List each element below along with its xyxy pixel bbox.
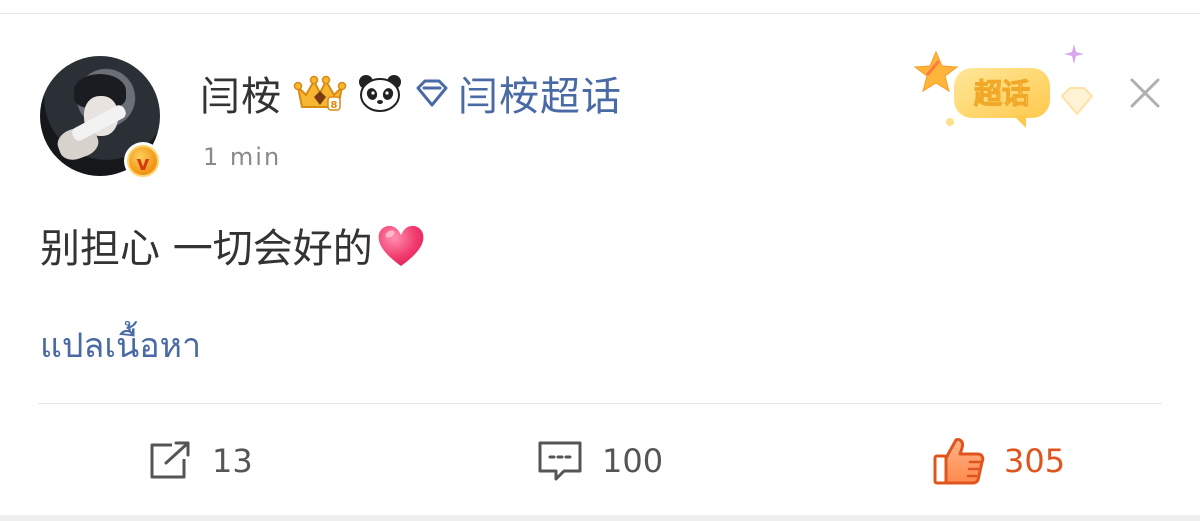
supertopic-badge[interactable]: 超话 <box>913 40 1104 140</box>
top-divider <box>0 0 1200 14</box>
comment-button[interactable]: 100 <box>536 434 663 488</box>
timestamp: 1 min <box>203 143 282 171</box>
name-row: 闫桉 8 闫桉超话 <box>200 68 622 120</box>
translate-link[interactable]: แปลเนื้อหา <box>40 318 201 372</box>
avatar-container[interactable]: v <box>40 56 162 180</box>
comment-count: 100 <box>602 442 664 480</box>
like-button[interactable]: 305 <box>932 434 1065 488</box>
heart-icon <box>375 221 427 269</box>
comment-icon <box>538 441 582 481</box>
bottom-strip <box>0 515 1200 521</box>
supertopic-link[interactable]: 闫桉超话 <box>458 64 622 122</box>
thumbs-up-icon <box>933 438 985 485</box>
like-count: 305 <box>1004 442 1066 480</box>
share-button[interactable]: 13 <box>146 434 253 488</box>
action-bar: 13 100 305 <box>0 404 1200 515</box>
post-text: 别担心 一切会好的 <box>40 218 427 272</box>
svg-text:8: 8 <box>331 100 338 111</box>
close-icon[interactable] <box>1124 72 1166 114</box>
verified-v-icon: v <box>124 142 162 180</box>
username[interactable]: 闫桉 <box>200 64 282 122</box>
crown-icon[interactable]: 8 <box>292 73 348 113</box>
post-text-content: 别担心 一切会好的 <box>40 226 373 272</box>
share-icon <box>150 441 190 479</box>
panda-icon[interactable] <box>358 73 402 113</box>
diamond-icon <box>414 77 450 109</box>
supertopic-badge-label: 超话 <box>974 77 1030 110</box>
share-count: 13 <box>212 442 253 480</box>
